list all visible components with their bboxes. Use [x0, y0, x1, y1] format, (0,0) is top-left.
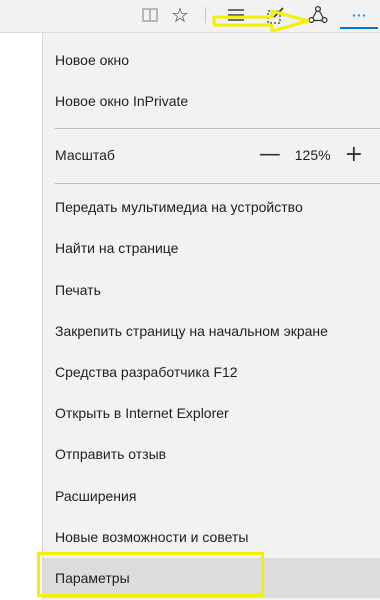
zoom-control: — 125% +: [259, 144, 363, 166]
menu-item-pin-to-start[interactable]: Закрепить страницу на начальном экране: [43, 311, 380, 351]
menu-item-label: Отправить отзыв: [55, 446, 167, 462]
menu-item-cast-media[interactable]: Передать мультимедиа на устройство: [43, 187, 380, 227]
browser-toolbar: ☆ ···: [0, 0, 380, 33]
toolbar-separator: [205, 7, 206, 23]
menu-item-whats-new[interactable]: Новые возможности и советы: [43, 517, 380, 557]
menu-item-new-window[interactable]: Новое окно: [43, 40, 380, 80]
menu-item-label: Найти на странице: [55, 240, 179, 256]
zoom-level: 125%: [294, 147, 331, 163]
menu-item-label: Передать мультимедиа на устройство: [55, 199, 303, 215]
menu-item-settings[interactable]: Параметры: [43, 558, 380, 598]
menu-divider: [55, 128, 380, 129]
menu-item-find-on-page[interactable]: Найти на странице: [43, 228, 380, 268]
menu-item-print[interactable]: Печать: [43, 270, 380, 310]
menu-item-send-feedback[interactable]: Отправить отзыв: [43, 434, 380, 474]
reading-view-icon[interactable]: [136, 3, 164, 27]
menu-item-label: Закрепить страницу на начальном экране: [55, 323, 328, 339]
menu-item-developer-tools[interactable]: Средства разработчика F12: [43, 352, 380, 392]
menu-item-new-inprivate-window[interactable]: Новое окно InPrivate: [43, 81, 380, 121]
menu-item-label: Печать: [55, 282, 101, 298]
menu-item-label: Новое окно InPrivate: [55, 93, 189, 109]
favorites-star-icon[interactable]: ☆: [166, 3, 194, 27]
menu-item-label: Масштаб: [55, 147, 115, 163]
menu-divider: [55, 183, 380, 184]
menu-item-label: Параметры: [55, 570, 130, 586]
menu-item-label: Открыть в Internet Explorer: [55, 405, 229, 421]
share-icon[interactable]: [304, 3, 332, 27]
menu-item-label: Расширения: [55, 488, 137, 504]
zoom-out-button[interactable]: —: [259, 144, 281, 166]
page-content-area: [0, 33, 42, 600]
menu-item-open-in-ie[interactable]: Открыть в Internet Explorer: [43, 393, 380, 433]
menu-item-zoom: Масштаб — 125% +: [43, 135, 380, 175]
menu-item-label: Средства разработчика F12: [55, 364, 238, 380]
menu-item-label: Новое окно: [55, 52, 130, 68]
web-note-icon[interactable]: [262, 3, 290, 27]
hub-icon[interactable]: [222, 3, 250, 27]
zoom-in-button[interactable]: +: [345, 144, 363, 166]
menu-item-label: Новые возможности и советы: [55, 529, 249, 545]
more-icon[interactable]: ···: [340, 3, 378, 29]
settings-menu: Новое окно Новое окно InPrivate Масштаб …: [42, 33, 380, 600]
menu-item-extensions[interactable]: Расширения: [43, 476, 380, 516]
